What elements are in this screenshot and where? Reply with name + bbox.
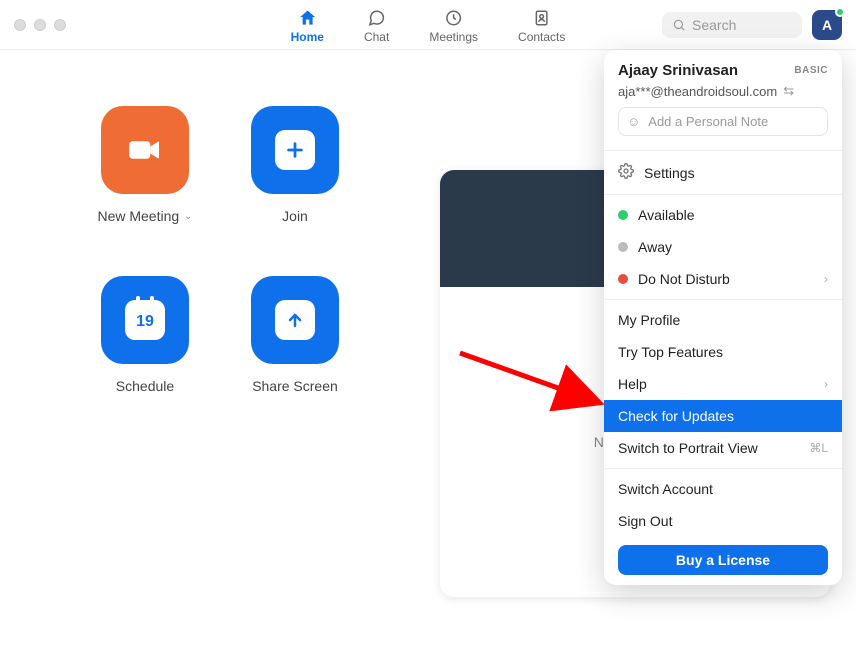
maximize-window-button[interactable] — [54, 19, 66, 31]
action-label: Join — [282, 208, 308, 224]
action-label: Schedule — [116, 378, 174, 394]
menu-try-top-features[interactable]: Try Top Features — [604, 336, 842, 368]
profile-menu: Ajaay Srinivasan BASIC aja***@theandroid… — [604, 50, 842, 585]
menu-my-profile[interactable]: My Profile — [604, 304, 842, 336]
menu-label: Do Not Disturb — [638, 271, 730, 287]
menu-settings[interactable]: Settings — [604, 155, 842, 190]
menu-label: Away — [638, 239, 672, 255]
nav-tabs: Home Chat Meetings Contacts — [291, 0, 566, 49]
menu-label: Settings — [644, 165, 695, 181]
calendar-day: 19 — [136, 313, 154, 331]
tab-contacts[interactable]: Contacts — [518, 8, 565, 44]
schedule-button[interactable]: 19 Schedule — [70, 250, 220, 420]
plan-badge: BASIC — [794, 65, 828, 76]
search-placeholder: Search — [692, 17, 736, 33]
tab-label: Chat — [364, 30, 389, 44]
presence-dot — [835, 7, 845, 17]
action-label: New Meeting — [97, 208, 179, 224]
chevron-right-icon: › — [824, 272, 828, 286]
join-button[interactable]: Join — [220, 80, 370, 250]
menu-switch-account[interactable]: Switch Account — [604, 473, 842, 505]
emoji-icon[interactable]: ☺ — [627, 114, 640, 129]
chat-icon — [367, 8, 387, 28]
search-icon — [672, 18, 686, 32]
calendar-icon: 19 — [125, 300, 165, 340]
status-dnd[interactable]: Do Not Disturb › — [604, 263, 842, 295]
link-icon: ⇆ — [783, 83, 794, 99]
status-dnd-icon — [618, 274, 628, 284]
toolbar-right: Search A — [662, 10, 842, 40]
user-name: Ajaay Srinivasan — [618, 62, 738, 79]
status-available[interactable]: Available — [604, 199, 842, 231]
shortcut-label: ⌘L — [809, 441, 828, 455]
close-window-button[interactable] — [14, 19, 26, 31]
avatar[interactable]: A — [812, 10, 842, 40]
menu-label: Help — [618, 376, 647, 392]
user-email: aja***@theandroidsoul.com — [618, 84, 777, 99]
chevron-right-icon: › — [824, 377, 828, 391]
plus-icon — [275, 130, 315, 170]
menu-header: Ajaay Srinivasan BASIC aja***@theandroid… — [604, 50, 842, 146]
tab-chat[interactable]: Chat — [364, 8, 389, 44]
chevron-down-icon[interactable]: ⌄ — [184, 211, 192, 222]
avatar-initial: A — [822, 17, 832, 33]
menu-label: Switch to Portrait View — [618, 440, 758, 456]
arrow-up-icon — [275, 300, 315, 340]
status-away-icon — [618, 242, 628, 252]
video-icon — [101, 106, 189, 194]
tab-label: Meetings — [429, 30, 478, 44]
button-label: Buy a License — [676, 552, 770, 568]
menu-help[interactable]: Help › — [604, 368, 842, 400]
share-screen-button[interactable]: Share Screen — [220, 250, 370, 420]
note-placeholder: Add a Personal Note — [648, 114, 768, 129]
home-icon — [297, 8, 317, 28]
new-meeting-button[interactable]: New Meeting ⌄ — [70, 80, 220, 250]
personal-note-input[interactable]: ☺ Add a Personal Note — [618, 107, 828, 136]
menu-label: Available — [638, 207, 695, 223]
tab-label: Contacts — [518, 30, 565, 44]
menu-label: My Profile — [618, 312, 680, 328]
tab-home[interactable]: Home — [291, 8, 324, 44]
minimize-window-button[interactable] — [34, 19, 46, 31]
search-input[interactable]: Search — [662, 12, 802, 38]
status-available-icon — [618, 210, 628, 220]
titlebar: Home Chat Meetings Contacts Search — [0, 0, 856, 50]
menu-label: Check for Updates — [618, 408, 734, 424]
tab-label: Home — [291, 30, 324, 44]
buy-license-button[interactable]: Buy a License — [618, 545, 828, 575]
menu-label: Switch Account — [618, 481, 713, 497]
menu-sign-out[interactable]: Sign Out — [604, 505, 842, 537]
status-away[interactable]: Away — [604, 231, 842, 263]
action-grid: New Meeting ⌄ Join 19 Schedule — [0, 80, 440, 649]
menu-check-for-updates[interactable]: Check for Updates — [604, 400, 842, 432]
menu-label: Sign Out — [618, 513, 672, 529]
action-label: Share Screen — [252, 378, 338, 394]
clock-icon — [444, 8, 464, 28]
contacts-icon — [532, 8, 552, 28]
menu-label: Try Top Features — [618, 344, 723, 360]
gear-icon — [618, 163, 634, 182]
menu-portrait-view[interactable]: Switch to Portrait View ⌘L — [604, 432, 842, 464]
tab-meetings[interactable]: Meetings — [429, 8, 478, 44]
window-controls — [14, 19, 66, 31]
